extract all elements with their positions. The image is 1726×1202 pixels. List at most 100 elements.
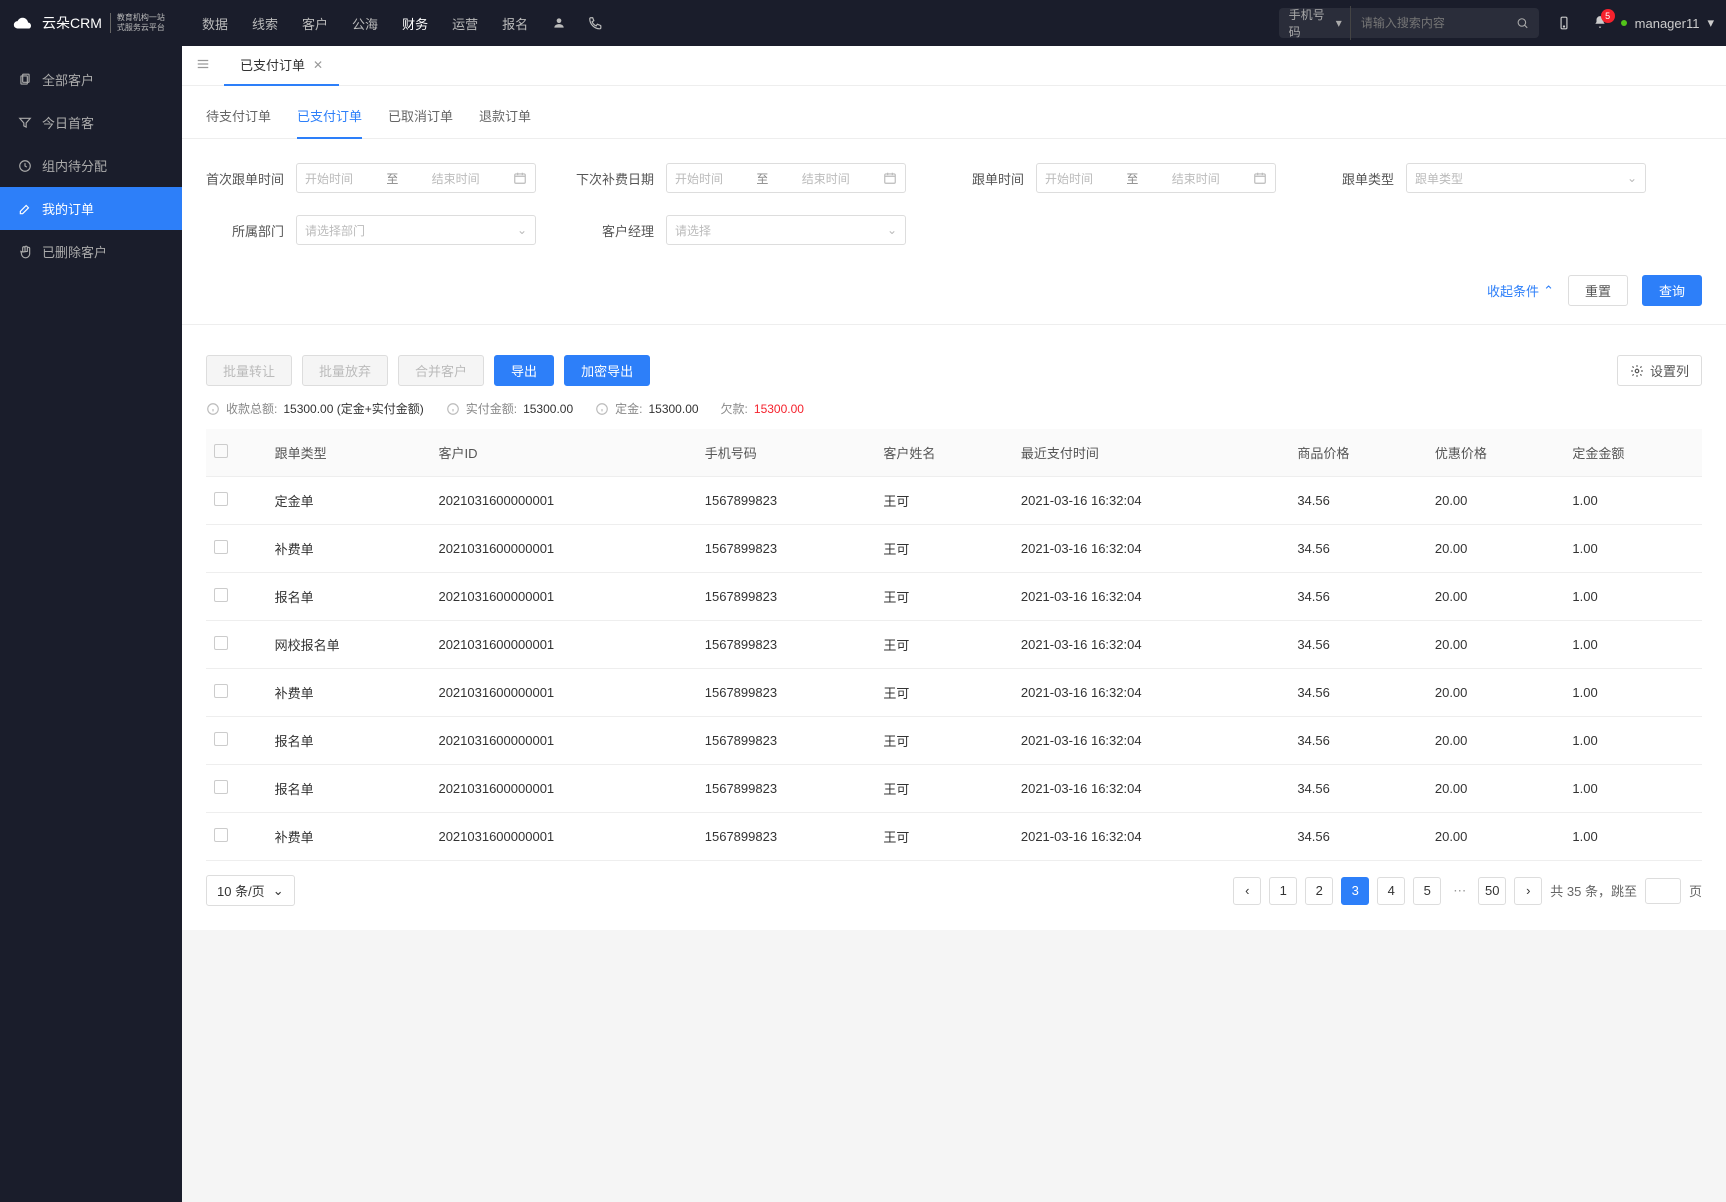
table-row[interactable]: 报名单20210316000000011567899823王可2021-03-1… <box>206 717 1702 765</box>
sub-tab[interactable]: 待支付订单 <box>206 106 271 138</box>
batch-transfer-button[interactable]: 批量转让 <box>206 355 292 386</box>
sub-tab[interactable]: 已取消订单 <box>388 106 453 138</box>
row-checkbox[interactable] <box>214 684 228 698</box>
reset-button[interactable]: 重置 <box>1568 275 1628 306</box>
table-row[interactable]: 补费单20210316000000011567899823王可2021-03-1… <box>206 813 1702 861</box>
next-renewal-date-range[interactable]: 开始时间 至 结束时间 <box>666 163 906 193</box>
global-search[interactable]: 手机号码 ▾ <box>1279 8 1539 38</box>
nav-item[interactable]: 报名 <box>502 14 528 33</box>
chevron-left-icon: ‹ <box>1245 883 1249 898</box>
cell-pay-time: 2021-03-16 16:32:04 <box>1013 525 1289 573</box>
logo[interactable]: 云朵CRM 教育机构一站 式服务云平台 <box>12 12 182 34</box>
table-header: 客户ID <box>430 429 696 477</box>
search-category-select[interactable]: 手机号码 ▾ <box>1289 6 1351 40</box>
cell-price: 34.56 <box>1289 669 1427 717</box>
page-number[interactable]: 2 <box>1305 877 1333 905</box>
left-sidebar: 全部客户今日首客组内待分配我的订单已删除客户 <box>0 46 182 1202</box>
cell-deposit: 1.00 <box>1564 477 1702 525</box>
cell-phone: 1567899823 <box>697 813 876 861</box>
row-checkbox[interactable] <box>214 492 228 506</box>
row-checkbox[interactable] <box>214 780 228 794</box>
encrypt-export-button[interactable]: 加密导出 <box>564 355 650 386</box>
search-input[interactable] <box>1351 16 1516 30</box>
paid-amount-value: 15300.00 <box>523 402 573 416</box>
account-manager-select[interactable]: 请选择 ⌄ <box>666 215 906 245</box>
copy-icon <box>18 73 32 87</box>
cell-name: 王可 <box>875 525 1013 573</box>
row-checkbox[interactable] <box>214 828 228 842</box>
mobile-icon[interactable] <box>1557 16 1571 30</box>
batch-abandon-button[interactable]: 批量放弃 <box>302 355 388 386</box>
phone-icon[interactable] <box>588 16 602 30</box>
nav-item[interactable]: 数据 <box>202 14 228 33</box>
table-row[interactable]: 补费单20210316000000011567899823王可2021-03-1… <box>206 669 1702 717</box>
row-checkbox[interactable] <box>214 732 228 746</box>
cell-discount: 20.00 <box>1427 813 1565 861</box>
table-header: 商品价格 <box>1289 429 1427 477</box>
close-icon[interactable]: ✕ <box>313 58 323 72</box>
cell-pay-time: 2021-03-16 16:32:04 <box>1013 477 1289 525</box>
chevron-right-icon: › <box>1526 883 1530 898</box>
cell-phone: 1567899823 <box>697 669 876 717</box>
page-size-select[interactable]: 10 条/页 ⌄ <box>206 875 295 906</box>
table-header: 手机号码 <box>697 429 876 477</box>
follow-type-select[interactable]: 跟单类型 ⌄ <box>1406 163 1646 193</box>
row-checkbox[interactable] <box>214 540 228 554</box>
export-button[interactable]: 导出 <box>494 355 554 386</box>
cell-deposit: 1.00 <box>1564 813 1702 861</box>
cell-customer-id: 2021031600000001 <box>430 621 696 669</box>
last-page-number[interactable]: 50 <box>1478 877 1506 905</box>
sub-tab[interactable]: 退款订单 <box>479 106 531 138</box>
first-follow-date-range[interactable]: 开始时间 至 结束时间 <box>296 163 536 193</box>
nav-item[interactable]: 客户 <box>302 14 328 33</box>
cell-pay-time: 2021-03-16 16:32:04 <box>1013 765 1289 813</box>
nav-item[interactable]: 公海 <box>352 14 378 33</box>
search-icon[interactable] <box>1516 16 1529 30</box>
tab-paid-orders[interactable]: 已支付订单 ✕ <box>224 46 339 86</box>
sidebar-item[interactable]: 已删除客户 <box>0 230 182 273</box>
cell-deposit: 1.00 <box>1564 525 1702 573</box>
table-header: 优惠价格 <box>1427 429 1565 477</box>
table-row[interactable]: 网校报名单20210316000000011567899823王可2021-03… <box>206 621 1702 669</box>
nav-item[interactable]: 线索 <box>252 14 278 33</box>
table-row[interactable]: 报名单20210316000000011567899823王可2021-03-1… <box>206 765 1702 813</box>
sub-tab[interactable]: 已支付订单 <box>297 106 362 139</box>
table-row[interactable]: 定金单20210316000000011567899823王可2021-03-1… <box>206 477 1702 525</box>
sidebar-item[interactable]: 今日首客 <box>0 101 182 144</box>
select-all-checkbox[interactable] <box>214 444 228 458</box>
nav-item[interactable]: 运营 <box>452 14 478 33</box>
notification-badge: 5 <box>1601 9 1615 23</box>
row-checkbox[interactable] <box>214 588 228 602</box>
page-number[interactable]: 5 <box>1413 877 1441 905</box>
set-columns-button[interactable]: 设置列 <box>1617 355 1702 386</box>
page-number[interactable]: 3 <box>1341 877 1369 905</box>
sidebar-item[interactable]: 组内待分配 <box>0 144 182 187</box>
filter-follow-type: 跟单类型 跟单类型 ⌄ <box>1316 163 1646 193</box>
next-page-button[interactable]: › <box>1514 877 1542 905</box>
sidebar-item[interactable]: 全部客户 <box>0 58 182 101</box>
page-number[interactable]: 4 <box>1377 877 1405 905</box>
info-icon <box>206 402 220 416</box>
cell-customer-id: 2021031600000001 <box>430 573 696 621</box>
menu-toggle-icon[interactable] <box>182 57 224 74</box>
follow-time-date-range[interactable]: 开始时间 至 结束时间 <box>1036 163 1276 193</box>
user-menu[interactable]: manager11 ▾ <box>1621 15 1714 31</box>
cell-name: 王可 <box>875 717 1013 765</box>
user-icon[interactable] <box>552 16 566 30</box>
department-select[interactable]: 请选择部门 ⌄ <box>296 215 536 245</box>
sidebar-item[interactable]: 我的订单 <box>0 187 182 230</box>
jump-page-input[interactable] <box>1645 878 1681 904</box>
cell-phone: 1567899823 <box>697 525 876 573</box>
pagination: 10 条/页 ⌄ ‹ 12345 ⋯ 50 › 共 35 条，跳至 页 <box>182 861 1726 930</box>
collapse-filters-link[interactable]: 收起条件 ⌃ <box>1487 281 1554 300</box>
prev-page-button[interactable]: ‹ <box>1233 877 1261 905</box>
row-checkbox[interactable] <box>214 636 228 650</box>
query-button[interactable]: 查询 <box>1642 275 1702 306</box>
notifications-bell[interactable]: 5 <box>1593 15 1607 32</box>
nav-item[interactable]: 财务 <box>402 14 428 33</box>
cell-pay-time: 2021-03-16 16:32:04 <box>1013 717 1289 765</box>
table-row[interactable]: 补费单20210316000000011567899823王可2021-03-1… <box>206 525 1702 573</box>
merge-customer-button[interactable]: 合并客户 <box>398 355 484 386</box>
table-row[interactable]: 报名单20210316000000011567899823王可2021-03-1… <box>206 573 1702 621</box>
page-number[interactable]: 1 <box>1269 877 1297 905</box>
